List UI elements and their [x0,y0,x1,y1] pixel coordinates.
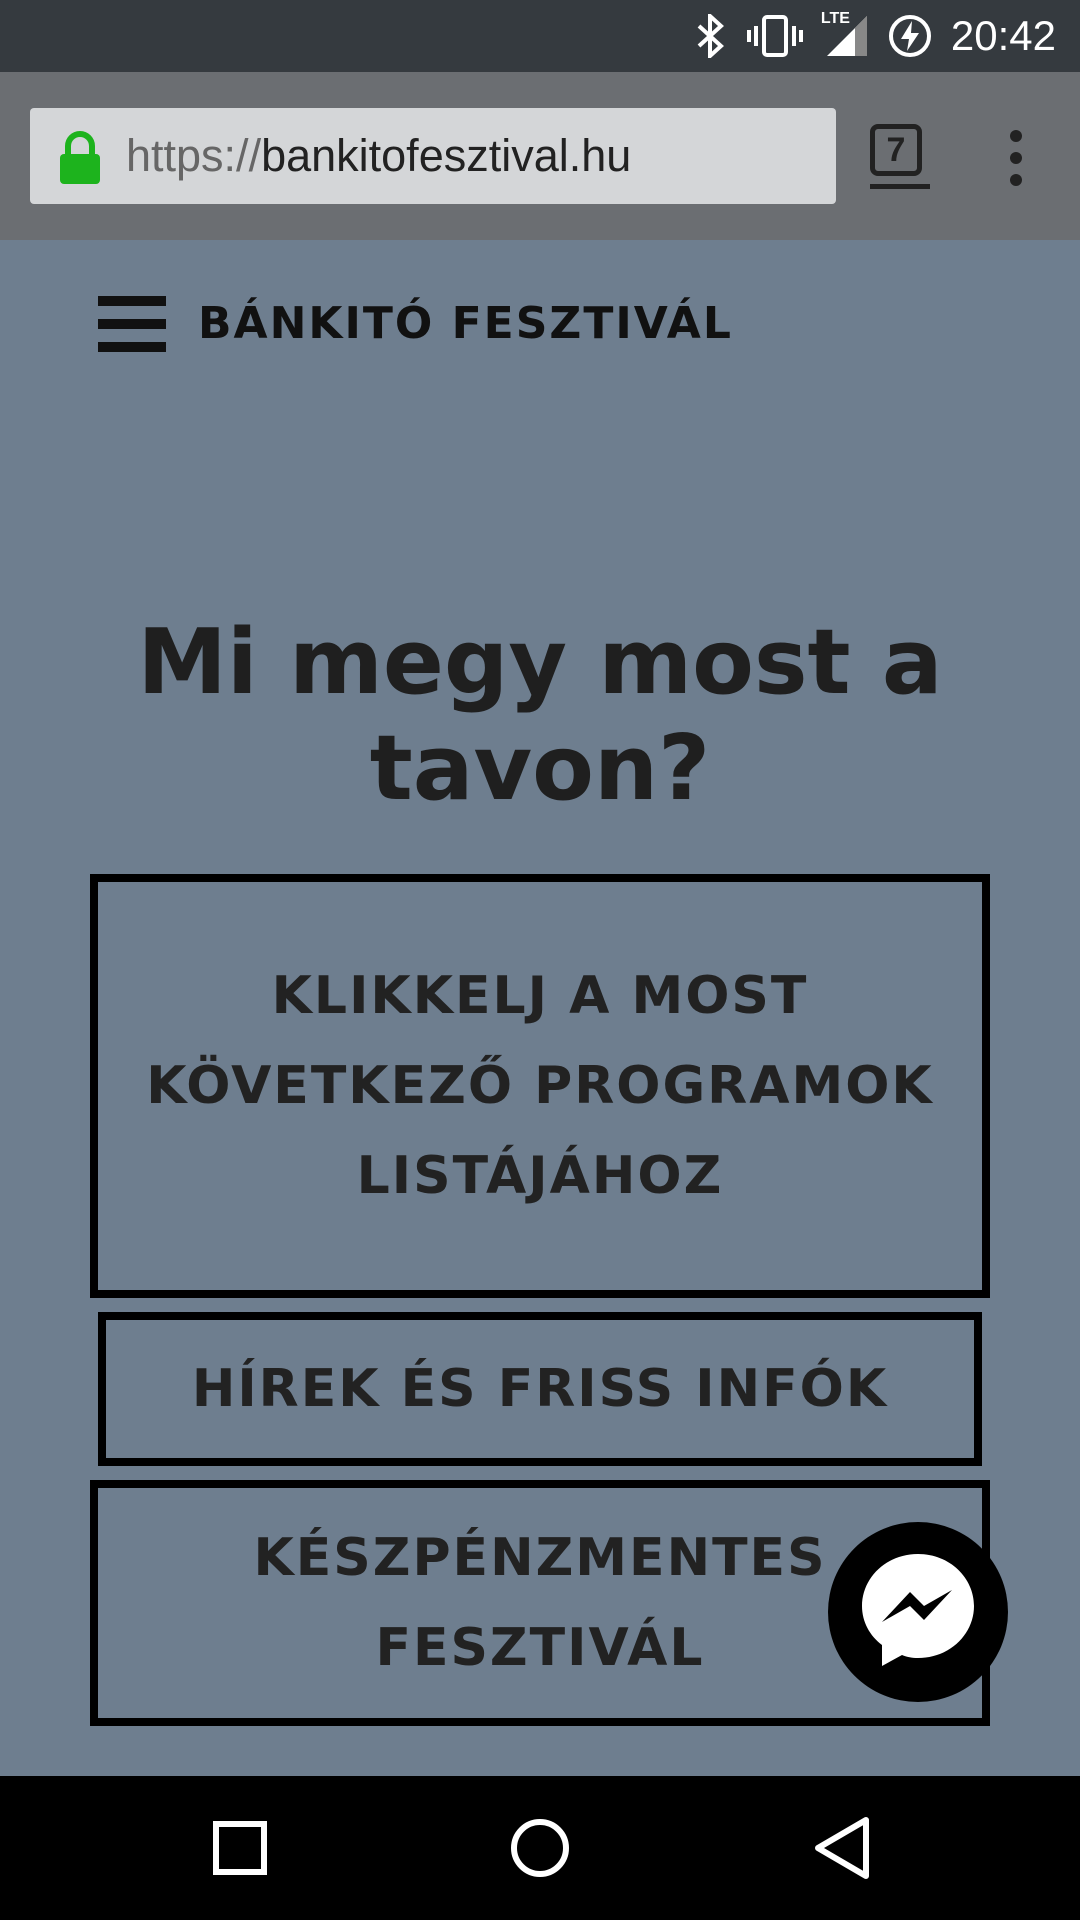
address-bar[interactable]: https://bankitofesztival.hu [30,108,836,204]
back-icon[interactable] [810,1810,874,1891]
home-icon[interactable] [508,1810,572,1891]
overflow-menu-icon[interactable] [1006,130,1026,194]
site-title[interactable]: BÁNKITÓ FESZTIVÁL [198,298,733,349]
system-nav-bar [0,1776,1080,1920]
bluetooth-icon [693,14,729,58]
hamburger-menu-icon[interactable] [98,296,166,352]
recents-icon[interactable] [212,1810,268,1891]
lock-icon [56,130,104,191]
status-clock: 20:42 [950,12,1056,59]
page-headline: Mi megy most a tavon? [137,610,943,821]
news-label: HÍREK ÉS FRISS INFÓK [191,1359,889,1419]
url-protocol: https:// [126,130,262,181]
battery-charging-icon [887,13,933,59]
programs-list-label: KLIKKELJ A MOST KÖVETKEZŐ PROGRAMOK LIST… [146,966,934,1206]
browser-toolbar: https://bankitofesztival.hu 7 [0,72,1080,240]
url-host: bankitofesztival.hu [261,130,632,181]
tab-switcher-button[interactable]: 7 [870,124,922,176]
vibrate-icon [746,14,803,58]
messenger-chat-button[interactable] [828,1522,1008,1702]
tab-switcher-underline [870,184,930,189]
url-text: https://bankitofesztival.hu [126,126,631,186]
programs-list-button[interactable]: KLIKKELJ A MOST KÖVETKEZŐ PROGRAMOK LIST… [90,874,990,1298]
messenger-icon [856,1548,980,1677]
cashless-festival-label: KÉSZPÉNZMENTES FESZTIVÁL [253,1528,827,1678]
news-button[interactable]: HÍREK ÉS FRISS INFÓK [98,1312,982,1466]
status-bar: LTE 20:42 [0,0,1080,72]
network-type: LTE [820,10,850,27]
signal-icon: LTE [821,10,869,58]
